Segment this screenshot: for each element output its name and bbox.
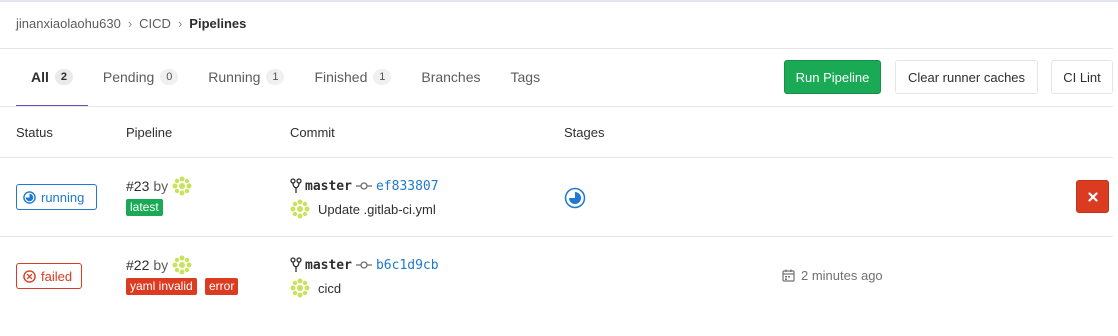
commit-ref: master ef833807 [290, 178, 439, 194]
pipeline-id: #22 by [126, 255, 193, 275]
chevron-right-icon: › [177, 16, 183, 31]
tab-all[interactable]: All 2 [16, 48, 88, 107]
tab-tags[interactable]: Tags [496, 48, 556, 106]
branch-icon [290, 257, 302, 272]
divider [0, 236, 1113, 237]
tab-label: Pending [102, 69, 155, 85]
breadcrumb: jinanxiaolaohu630 › CICD › Pipelines [16, 16, 246, 31]
pipeline-link[interactable]: #22 [126, 257, 149, 273]
tab-label: Branches [421, 69, 481, 85]
pipeline-timestamp: 2 minutes ago [782, 268, 883, 283]
breadcrumb-project[interactable]: CICD [139, 16, 171, 31]
commit-message: Update .gitlab-ci.yml [290, 199, 436, 219]
top-border [0, 0, 1118, 2]
calendar-icon [782, 269, 795, 282]
tab-pending[interactable]: Pending 0 [88, 48, 193, 106]
count-badge: 2 [54, 69, 73, 85]
commit-ref: master b6c1d9cb [290, 257, 439, 273]
status-badge-failed[interactable]: failed [16, 263, 82, 289]
branch-icon [290, 178, 302, 193]
commit-title-link[interactable]: Update .gitlab-ci.yml [318, 202, 436, 217]
close-icon [1087, 191, 1098, 202]
clear-runner-caches-button[interactable]: Clear runner caches [895, 60, 1038, 94]
chevron-right-icon: › [127, 16, 133, 31]
running-icon [23, 190, 36, 204]
ci-lint-button[interactable]: CI Lint [1051, 60, 1113, 94]
tab-label: Finished [314, 69, 368, 85]
status-badge-running[interactable]: running [16, 184, 97, 210]
tab-label: Running [208, 69, 261, 85]
status-text: failed [41, 268, 73, 284]
count-badge: 1 [373, 69, 392, 85]
tab-label: All [31, 69, 49, 85]
commit-icon [355, 182, 372, 190]
user-avatar[interactable] [172, 255, 193, 275]
count-badge: 0 [160, 69, 179, 85]
branch-name[interactable]: master [305, 179, 352, 194]
failed-icon [23, 269, 36, 283]
commit-icon [355, 261, 372, 269]
cancel-pipeline-button[interactable] [1076, 180, 1109, 213]
tab-branches[interactable]: Branches [406, 48, 495, 106]
tab-label: Tags [510, 69, 541, 85]
tab-finished[interactable]: Finished 1 [299, 48, 406, 106]
pipeline-by-text: by [153, 257, 169, 273]
count-badge: 1 [266, 69, 285, 85]
pipeline-id: #23 by [126, 176, 193, 196]
breadcrumb-current[interactable]: Pipelines [189, 16, 246, 31]
commit-message: cicd [290, 278, 341, 298]
commit-sha[interactable]: ef833807 [376, 179, 439, 194]
latest-label: latest [126, 199, 163, 216]
pipeline-link[interactable]: #23 [126, 178, 149, 194]
column-header-status: Status [16, 125, 53, 140]
status-text: running [41, 189, 85, 205]
divider [0, 106, 1113, 107]
tab-running[interactable]: Running 1 [193, 48, 299, 106]
branch-name[interactable]: master [305, 258, 352, 273]
user-avatar[interactable] [172, 176, 193, 196]
user-avatar[interactable] [290, 278, 310, 298]
column-header-stages: Stages [564, 125, 605, 140]
commit-title-link[interactable]: cicd [318, 281, 341, 296]
error-label: error [205, 278, 239, 295]
divider [0, 157, 1113, 158]
pipeline-by-text: by [153, 178, 169, 194]
time-ago-text: 2 minutes ago [801, 268, 883, 283]
column-header-commit: Commit [290, 125, 335, 140]
user-avatar[interactable] [290, 199, 310, 219]
yaml-invalid-label: yaml invalid [126, 278, 197, 295]
pipeline-tabs: All 2 Pending 0 Running 1 Finished 1 Bra… [16, 48, 556, 107]
column-header-pipeline: Pipeline [126, 125, 173, 140]
breadcrumb-user[interactable]: jinanxiaolaohu630 [16, 16, 121, 31]
commit-sha[interactable]: b6c1d9cb [376, 258, 439, 273]
stage-running-icon[interactable] [564, 187, 586, 209]
run-pipeline-button[interactable]: Run Pipeline [784, 60, 881, 94]
